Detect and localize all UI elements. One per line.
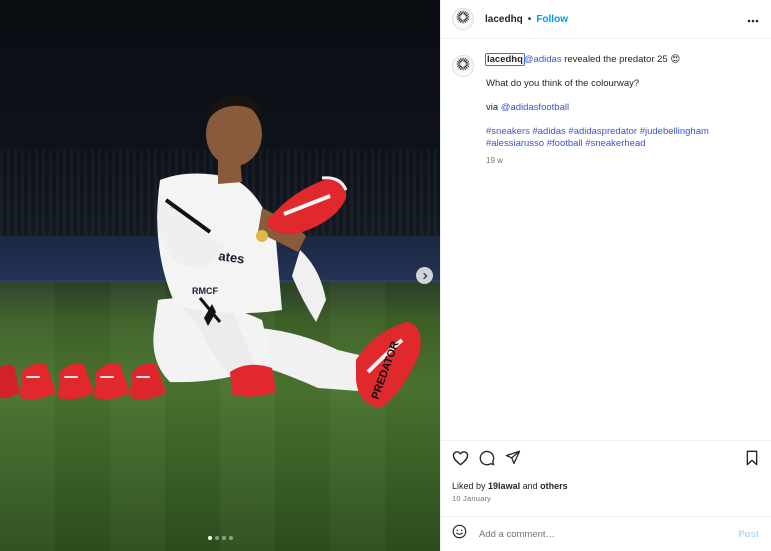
via-label: via [486, 102, 499, 113]
carousel-dot [228, 536, 233, 540]
liked-user-link[interactable]: 19lawal [488, 481, 520, 491]
carousel-indicators [0, 536, 440, 540]
post-date[interactable]: 10 January [452, 494, 759, 516]
boots-row [0, 363, 166, 400]
post-media[interactable]: ates RMCF PREDATOR [0, 0, 440, 551]
sunburst-logo-icon [456, 10, 470, 29]
post-header: lacedhq • Follow [441, 0, 771, 39]
likes-and: and [522, 481, 538, 491]
post-comment-button[interactable]: Post [738, 529, 759, 540]
bookmark-icon [745, 450, 759, 471]
hashtag-link[interactable]: #adidaspredator [568, 126, 637, 137]
more-horizontal-icon [747, 10, 759, 28]
comment-input[interactable] [477, 527, 739, 541]
hashtag-link[interactable]: #alessiarusso [486, 138, 544, 149]
smiley-icon [452, 524, 467, 544]
likes-prefix: Liked by [452, 481, 486, 491]
caption-line-1: lacedhq@adidas revealed the predator 25 … [485, 53, 746, 66]
caption-timestamp[interactable]: 19 w [486, 155, 746, 167]
instagram-post: ates RMCF PREDATOR lacedhq • Follow lace… [0, 0, 771, 551]
heart-icon [452, 450, 469, 471]
carousel-next-button[interactable] [416, 267, 433, 284]
post-side-panel: lacedhq • Follow lacedhq@adidas revealed… [440, 0, 771, 551]
emoji-button[interactable] [452, 524, 467, 544]
like-button[interactable] [452, 450, 469, 471]
hashtag-link[interactable]: #judebellingham [640, 126, 709, 137]
carousel-dot [221, 536, 226, 540]
header-username[interactable]: lacedhq [485, 14, 523, 25]
avatar[interactable] [452, 8, 474, 30]
held-boot [268, 176, 348, 235]
share-button[interactable] [505, 450, 521, 470]
follow-button[interactable]: Follow [536, 14, 568, 25]
caption-body: lacedhq@adidas revealed the predator 25 … [485, 53, 746, 167]
action-bar [452, 449, 759, 471]
hashtag-link[interactable]: #adidas [532, 126, 565, 137]
caption: lacedhq@adidas revealed the predator 25 … [452, 53, 759, 167]
hashtag-link[interactable]: #sneakerhead [585, 138, 645, 149]
hashtag-link[interactable]: #football [547, 138, 583, 149]
paper-plane-icon [505, 450, 521, 470]
comment-bubble-icon [479, 450, 495, 471]
carousel-dot [207, 536, 212, 540]
comment-button[interactable] [479, 450, 495, 471]
caption-text: revealed the predator 25 [564, 54, 668, 65]
post-actions-area: Liked by 19lawal and others 10 January [441, 440, 771, 516]
sunburst-logo-icon [456, 57, 470, 76]
via-mention-link[interactable]: @adidasfootball [501, 102, 569, 113]
save-button[interactable] [745, 450, 759, 471]
header-separator: • [527, 13, 532, 25]
hashtags: #sneakers #adidas #adidaspredator #judeb… [486, 126, 746, 150]
carousel-dot [214, 536, 219, 540]
chevron-right-icon [421, 267, 429, 285]
player-figure: ates RMCF [153, 96, 380, 392]
caption-author-link[interactable]: lacedhq [485, 53, 525, 66]
mention-link[interactable]: @adidas [524, 54, 562, 65]
caption-line-2: What do you think of the colourway? [486, 78, 640, 89]
post-photo: ates RMCF PREDATOR [0, 96, 421, 408]
svg-text:RMCF: RMCF [192, 286, 218, 296]
liked-others-link[interactable]: others [540, 481, 568, 491]
caption-via-line: via @adidasfootball [486, 102, 746, 114]
likes-summary: Liked by 19lawal and others [452, 481, 759, 491]
comments-section: lacedhq@adidas revealed the predator 25 … [441, 39, 771, 440]
more-options-button[interactable] [747, 10, 759, 28]
hashtag-link[interactable]: #sneakers [486, 126, 530, 137]
add-comment-bar: Post [441, 516, 771, 551]
caption-emoji: 😍 [670, 54, 681, 65]
avatar[interactable] [452, 55, 474, 77]
